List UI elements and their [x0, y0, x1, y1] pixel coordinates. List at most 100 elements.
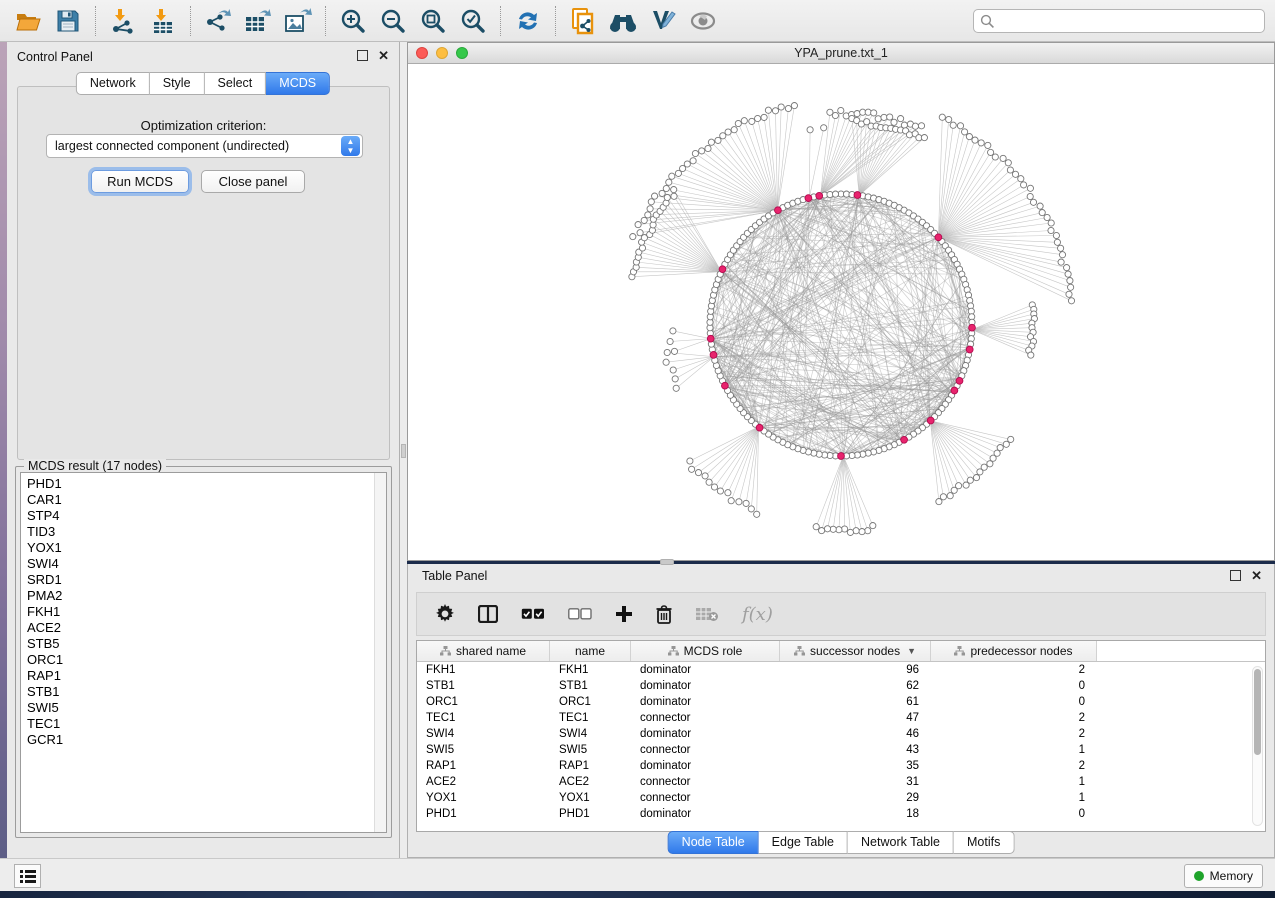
table-row[interactable]: SWI5SWI5connector431 [417, 742, 1265, 758]
memory-status-icon [1194, 871, 1204, 881]
mcds-result-item[interactable]: RAP1 [27, 668, 386, 684]
export-image-icon [284, 8, 312, 34]
column-header-MCDS-role[interactable]: MCDS role [631, 641, 780, 661]
network-search-field[interactable] [973, 9, 1265, 33]
tab-mcds[interactable]: MCDS [266, 72, 330, 95]
mcds-result-item[interactable]: STB5 [27, 636, 386, 652]
table-settings-button[interactable] [435, 604, 455, 624]
export-network-button[interactable] [201, 5, 235, 37]
zoom-out-button[interactable] [376, 5, 410, 37]
refresh-view-button[interactable] [511, 5, 545, 37]
import-network-icon [110, 8, 136, 34]
import-table-icon [150, 8, 176, 34]
zoom-fit-button[interactable] [416, 5, 450, 37]
table-cell: dominator [631, 696, 780, 708]
horizontal-splitter-handle[interactable] [660, 559, 674, 565]
splitter-handle[interactable] [401, 444, 406, 458]
table-row[interactable]: STB1STB1dominator620 [417, 678, 1265, 694]
task-history-button[interactable] [14, 864, 41, 888]
export-table-button[interactable] [241, 5, 275, 37]
table-cell: 2 [931, 712, 1097, 724]
table-cell: YOX1 [417, 792, 550, 804]
import-network-button[interactable] [106, 5, 140, 37]
mcds-result-item[interactable]: STP4 [27, 508, 386, 524]
memory-button[interactable]: Memory [1184, 864, 1263, 888]
close-table-panel-icon[interactable]: ✕ [1251, 570, 1262, 581]
mcds-result-item[interactable]: SRD1 [27, 572, 386, 588]
table-row[interactable]: YOX1YOX1connector291 [417, 790, 1265, 806]
select-all-button[interactable] [521, 608, 545, 620]
vizmapper-button[interactable] [646, 5, 680, 37]
deselect-all-button[interactable] [568, 608, 592, 620]
table-row[interactable]: SWI4SWI4dominator462 [417, 726, 1265, 742]
hide-panel-button[interactable] [686, 5, 720, 37]
eye-icon [689, 10, 717, 32]
node-table-header: shared namenameMCDS rolesuccessor nodes▼… [417, 641, 1265, 662]
clone-network-button[interactable] [566, 5, 600, 37]
result-list-scrollbar[interactable] [374, 473, 386, 832]
network-graph-canvas[interactable] [408, 64, 1274, 560]
mcds-result-item[interactable]: PHD1 [27, 476, 386, 492]
mcds-result-item[interactable]: ORC1 [27, 652, 386, 668]
mcds-result-item[interactable]: YOX1 [27, 540, 386, 556]
table-row[interactable]: ACE2ACE2connector311 [417, 774, 1265, 790]
vertical-splitter[interactable] [400, 42, 407, 858]
optimization-criterion-select[interactable]: largest connected component (undirected)… [46, 134, 363, 158]
mcds-result-item[interactable]: PMA2 [27, 588, 386, 604]
close-panel-icon[interactable]: ✕ [378, 50, 389, 61]
mcds-result-item[interactable]: FKH1 [27, 604, 386, 620]
mcds-result-item[interactable]: SWI5 [27, 700, 386, 716]
mcds-result-item[interactable]: TEC1 [27, 716, 386, 732]
run-mcds-button[interactable]: Run MCDS [91, 170, 189, 193]
mcds-result-list[interactable]: PHD1CAR1STP4TID3YOX1SWI4SRD1PMA2FKH1ACE2… [20, 472, 387, 833]
column-header-successor-nodes[interactable]: successor nodes▼ [780, 641, 931, 661]
column-header-name[interactable]: name [550, 641, 631, 661]
function-builder-button[interactable]: f(x) [742, 604, 773, 625]
mcds-result-item[interactable]: STB1 [27, 684, 386, 700]
network-window-titlebar[interactable]: YPA_prune.txt_1 [408, 43, 1274, 64]
delete-table-button[interactable] [695, 606, 719, 622]
table-cell: 31 [780, 776, 931, 788]
tab-edge-table[interactable]: Edge Table [759, 831, 848, 854]
column-header-shared-name[interactable]: shared name [417, 641, 550, 661]
tab-motifs[interactable]: Motifs [954, 831, 1014, 854]
table-cell: 1 [931, 744, 1097, 756]
table-row[interactable]: PHD1PHD1dominator180 [417, 806, 1265, 822]
import-table-button[interactable] [146, 5, 180, 37]
table-row[interactable]: ORC1ORC1dominator610 [417, 694, 1265, 710]
show-columns-button[interactable] [478, 605, 498, 623]
mcds-result-item[interactable]: TID3 [27, 524, 386, 540]
mcds-result-item[interactable]: SWI4 [27, 556, 386, 572]
table-panel-title: Table Panel [422, 569, 487, 583]
table-row[interactable]: FKH1FKH1dominator962 [417, 662, 1265, 678]
table-row[interactable]: TEC1TEC1connector472 [417, 710, 1265, 726]
float-panel-icon[interactable] [357, 50, 368, 61]
search-network-button[interactable] [606, 5, 640, 37]
delete-column-button[interactable] [656, 605, 672, 624]
add-column-button[interactable] [615, 605, 633, 623]
export-image-button[interactable] [281, 5, 315, 37]
zoom-in-button[interactable] [336, 5, 370, 37]
open-folder-icon [15, 9, 42, 33]
tab-network[interactable]: Network [76, 72, 150, 95]
zoom-selected-button[interactable] [456, 5, 490, 37]
close-panel-button[interactable]: Close panel [201, 170, 305, 193]
tab-select[interactable]: Select [205, 72, 267, 95]
table-cell: ORC1 [550, 696, 631, 708]
tab-node-table[interactable]: Node Table [668, 831, 759, 854]
mcds-result-item[interactable]: GCR1 [27, 732, 386, 748]
table-row[interactable]: RAP1RAP1dominator352 [417, 758, 1265, 774]
tab-style[interactable]: Style [150, 72, 205, 95]
table-cell: TEC1 [550, 712, 631, 724]
search-input[interactable] [995, 14, 1264, 28]
node-table[interactable]: shared namenameMCDS rolesuccessor nodes▼… [416, 640, 1266, 832]
float-table-panel-icon[interactable] [1230, 570, 1241, 581]
column-header-predecessor-nodes[interactable]: predecessor nodes [931, 641, 1097, 661]
open-file-button[interactable] [11, 5, 45, 37]
table-scrollbar[interactable] [1252, 666, 1263, 826]
save-session-button[interactable] [51, 5, 85, 37]
mcds-result-item[interactable]: CAR1 [27, 492, 386, 508]
mcds-result-item[interactable]: ACE2 [27, 620, 386, 636]
table-scrollbar-thumb[interactable] [1254, 669, 1261, 755]
tab-network-table[interactable]: Network Table [848, 831, 954, 854]
